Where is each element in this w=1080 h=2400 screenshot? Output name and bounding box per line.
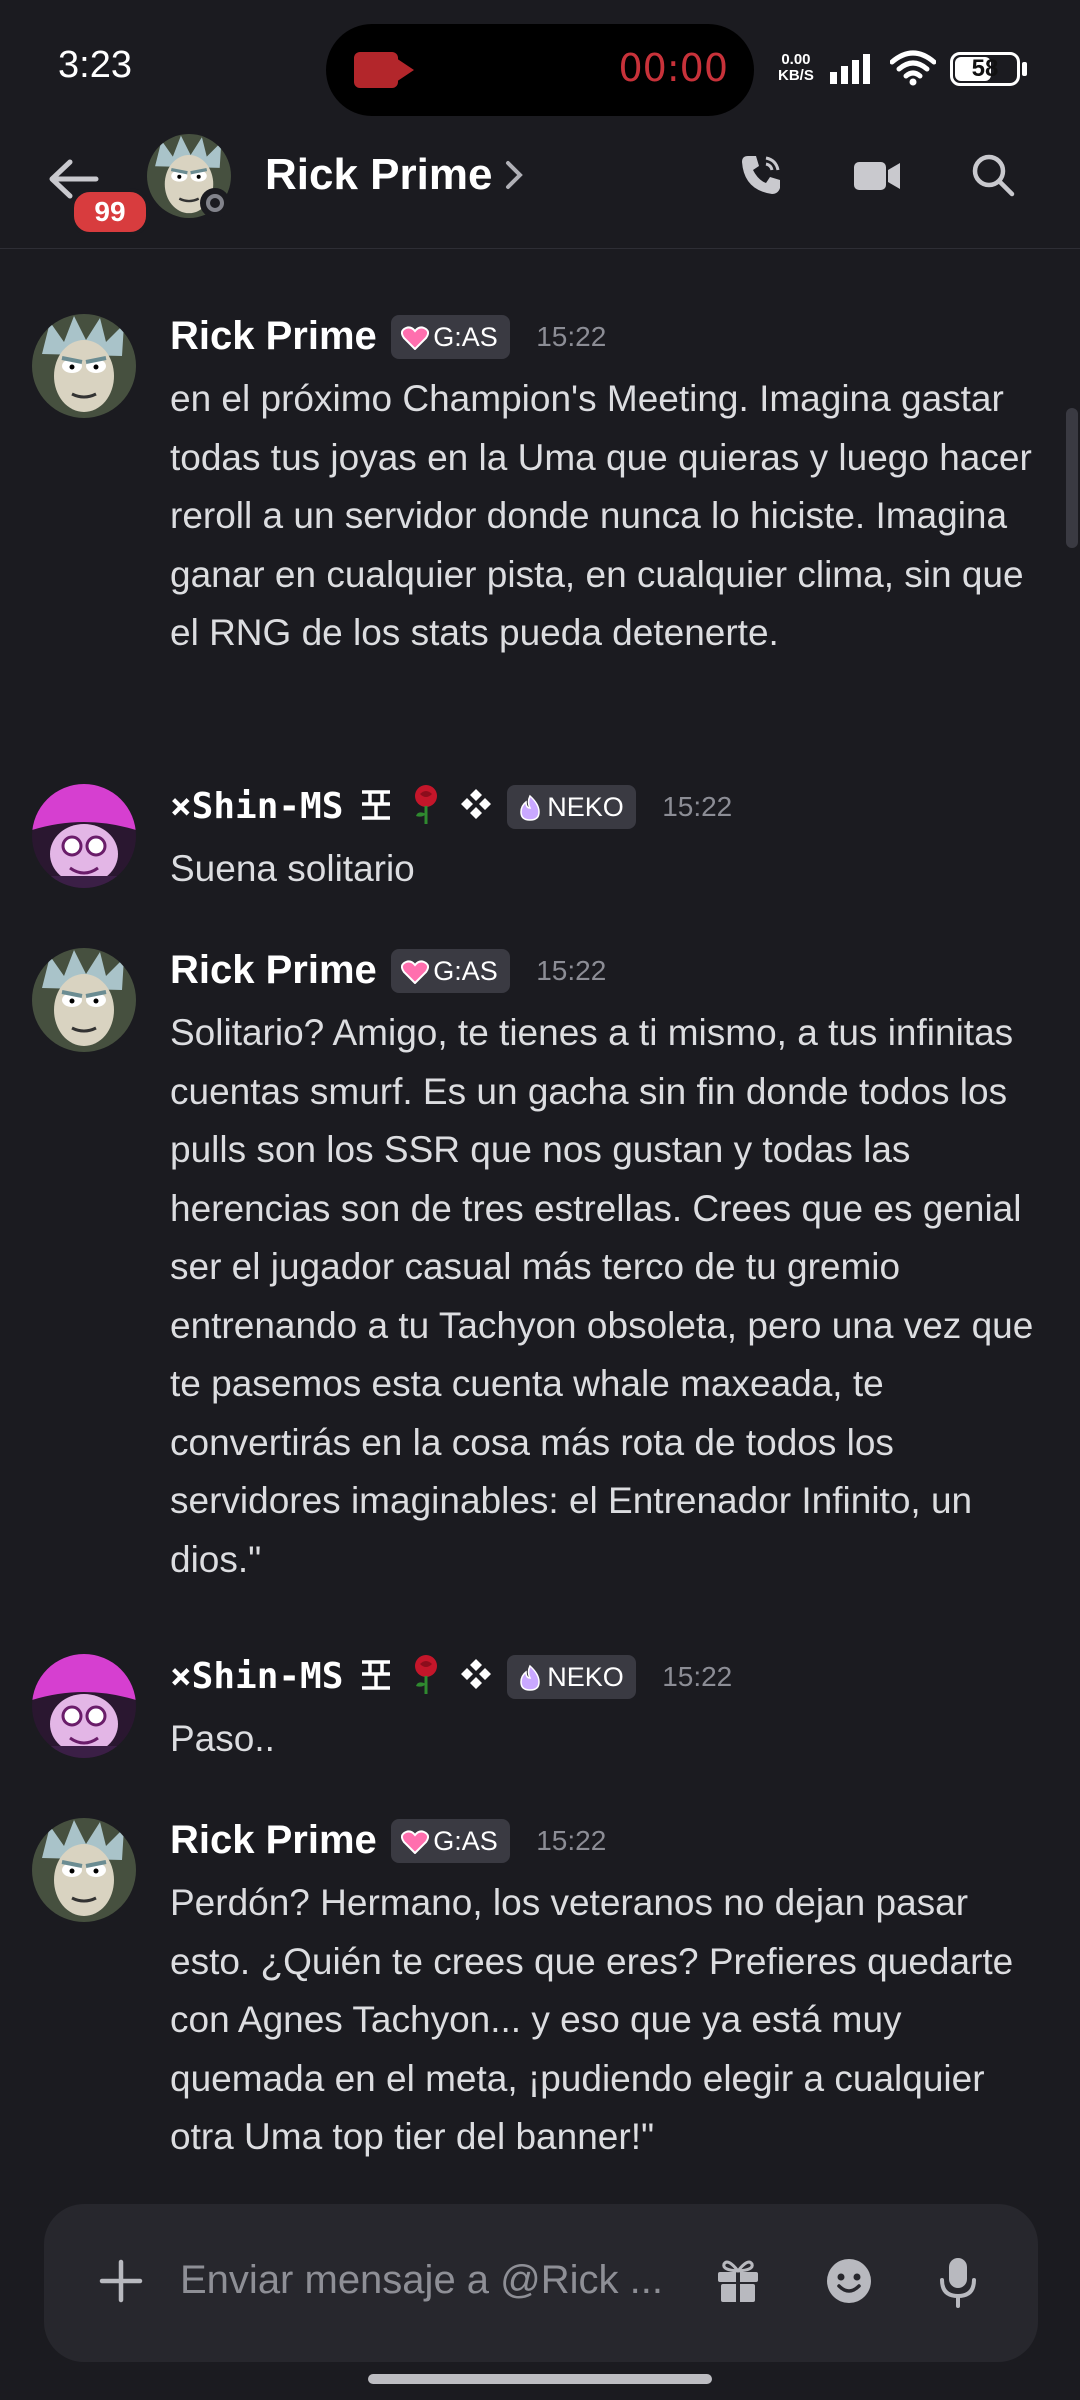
heart-icon <box>401 1830 430 1855</box>
author-avatar[interactable] <box>32 314 136 418</box>
message-text: Paso.. <box>170 1718 275 1759</box>
message-text: Suena solitario <box>170 848 415 889</box>
author-name[interactable]: Rick Prime <box>170 1818 377 1863</box>
decoration-glyph-icon <box>358 786 394 827</box>
guild-tag[interactable]: NEKO <box>507 1654 636 1699</box>
guild-tag-label: NEKO <box>547 791 624 822</box>
guild-tag-label: NEKO <box>547 1661 624 1692</box>
guild-tag[interactable]: NEKO <box>507 784 636 829</box>
message-text: Solitario? Amigo, te tienes a ti mismo, … <box>170 1012 1034 1580</box>
timestamp: 15:22 <box>536 954 607 986</box>
contact-name[interactable]: Rick Prime <box>265 150 492 200</box>
plus-icon <box>99 2259 143 2303</box>
message-header: Rick Prime G:AS 15:22 <box>170 1818 606 1874</box>
screen-recording-pill[interactable]: 00:00 <box>326 24 754 116</box>
author-avatar[interactable] <box>32 948 136 1052</box>
message-text: Perdón? Hermano, los veteranos no dejan … <box>170 1882 1014 2157</box>
guild-tag[interactable]: G:AS <box>391 1818 510 1863</box>
message-header: Rick Prime G:AS 15:22 <box>170 314 606 370</box>
battery-tip <box>1022 62 1027 76</box>
gift-icon <box>718 2260 758 2302</box>
battery-icon: 58 <box>950 52 1020 86</box>
emoji-button[interactable] <box>824 2256 874 2311</box>
chat-header: 99 Rick Prime <box>0 130 1080 249</box>
network-speed: 0.00 KB/S <box>778 52 814 84</box>
diamond-icon <box>459 1657 493 1696</box>
message-composer[interactable]: Enviar mensaje a @Rick ... <box>44 2204 1038 2362</box>
guild-tag-label: G:AS <box>433 321 498 352</box>
timestamp: 15:22 <box>662 1660 733 1692</box>
diamond-icon <box>459 787 493 826</box>
guild-tag[interactable]: G:AS <box>391 948 510 993</box>
microphone-icon <box>940 2258 976 2308</box>
message-header: ×Shin-MS NEKO 15:22 <box>170 784 732 840</box>
gift-button[interactable] <box>714 2256 762 2311</box>
gesture-navigation-handle[interactable] <box>368 2374 712 2384</box>
guild-tag-label: G:AS <box>433 955 498 986</box>
recording-timer: 00:00 <box>618 46 728 90</box>
flame-icon <box>520 795 540 822</box>
rose-icon <box>408 1654 444 1699</box>
author-avatar[interactable] <box>32 1654 136 1758</box>
message-text: en el próximo Champion's Meeting. Imagin… <box>170 378 1032 653</box>
battery-level: 58 <box>971 55 999 82</box>
offline-status-icon <box>200 188 230 218</box>
video-call-button[interactable] <box>852 152 902 203</box>
unread-count-badge: 99 <box>70 188 150 236</box>
scrollbar[interactable] <box>1066 408 1078 548</box>
signal-icon <box>830 54 874 84</box>
heart-icon <box>401 960 430 985</box>
status-bar: 3:23 00:00 0.00 KB/S 58 <box>0 0 1080 130</box>
attach-button[interactable] <box>96 2256 146 2311</box>
phone-icon <box>742 156 780 194</box>
wifi-icon <box>889 50 937 91</box>
message-input[interactable]: Enviar mensaje a @Rick ... <box>180 2258 663 2303</box>
flame-icon <box>520 1665 540 1692</box>
author-avatar[interactable] <box>32 1818 136 1922</box>
video-camera-icon <box>854 162 900 190</box>
timestamp: 15:22 <box>536 320 607 352</box>
video-recording-icon <box>354 52 414 88</box>
voice-message-button[interactable] <box>938 2256 978 2313</box>
heart-icon <box>401 326 430 351</box>
network-speed-value: 0.00 <box>781 51 811 68</box>
voice-call-button[interactable] <box>738 152 784 203</box>
rose-icon <box>408 784 444 829</box>
timestamp: 15:22 <box>662 790 733 822</box>
decoration-glyph-icon <box>358 1656 394 1697</box>
author-name[interactable]: Rick Prime <box>170 314 377 359</box>
message-header: ×Shin-MS NEKO 15:22 <box>170 1654 732 1710</box>
search-button[interactable] <box>970 152 1016 203</box>
network-speed-unit: KB/S <box>778 67 814 84</box>
message-header: Rick Prime G:AS 15:22 <box>170 948 606 1004</box>
guild-tag[interactable]: G:AS <box>391 314 510 359</box>
author-avatar[interactable] <box>32 784 136 888</box>
timestamp: 15:22 <box>536 1824 607 1856</box>
author-name[interactable]: Rick Prime <box>170 948 377 993</box>
clock: 3:23 <box>58 44 132 86</box>
guild-tag-label: G:AS <box>433 1825 498 1856</box>
search-icon <box>972 154 1015 197</box>
chevron-right-icon[interactable] <box>505 160 523 195</box>
author-name[interactable]: ×Shin-MS <box>170 1656 343 1697</box>
emoji-icon <box>827 2259 871 2303</box>
author-name[interactable]: ×Shin-MS <box>170 786 343 827</box>
